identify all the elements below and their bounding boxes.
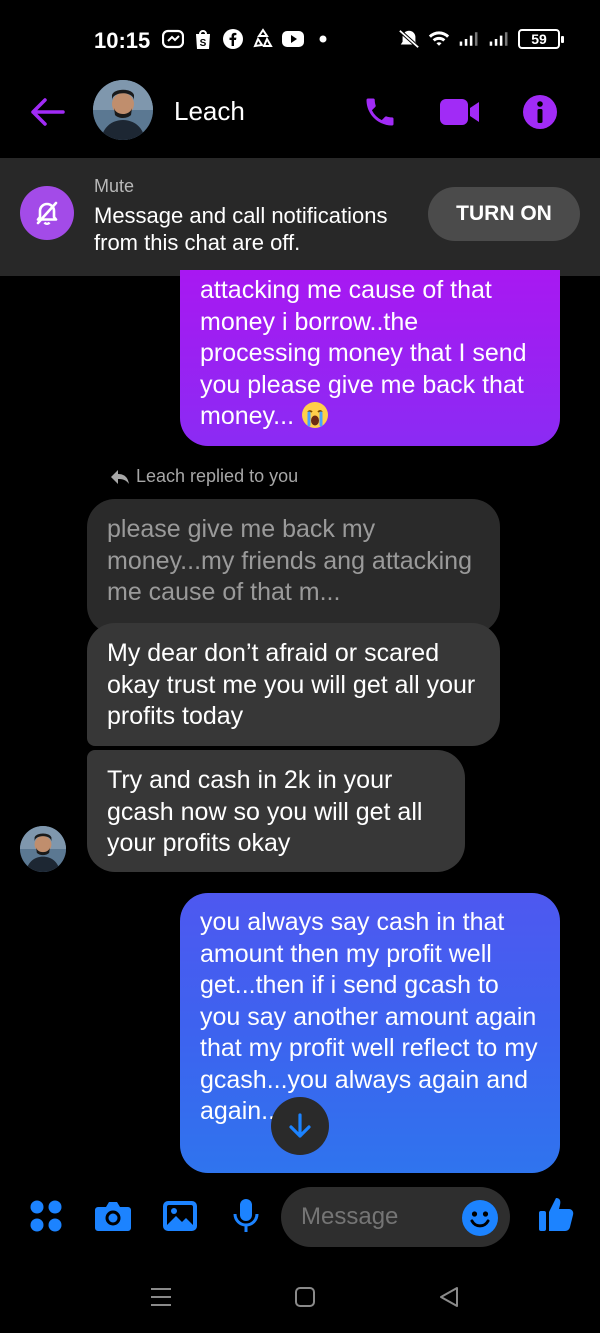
signal-icon (488, 28, 510, 50)
reply-indicator: Leach replied to you (110, 466, 298, 487)
video-call-button[interactable] (438, 90, 482, 134)
svg-text:S: S (200, 38, 207, 49)
signal-icon (458, 28, 480, 50)
chat-header: Leach (0, 80, 600, 158)
quoted-message[interactable]: please give me back my money...my friend… (87, 499, 500, 634)
notifications-off-icon (20, 186, 74, 240)
sender-avatar[interactable] (20, 826, 66, 872)
contact-name[interactable]: Leach (174, 96, 245, 127)
avatar[interactable] (93, 80, 153, 140)
camera-button[interactable] (93, 1196, 133, 1236)
voice-call-button[interactable] (358, 90, 402, 134)
nav-back-button[interactable] (436, 1284, 462, 1310)
system-icons: 59 (398, 28, 564, 50)
shop-icon: S (192, 28, 214, 50)
back-button[interactable] (28, 92, 68, 132)
emoji-icon (463, 1201, 497, 1235)
like-icon (539, 1198, 574, 1231)
like-button[interactable] (536, 1194, 576, 1234)
recents-icon (151, 1288, 171, 1306)
gallery-button[interactable] (160, 1196, 200, 1236)
voice-message-button[interactable] (226, 1196, 266, 1236)
battery-icon: 59 (518, 29, 564, 49)
video-camera-icon (440, 99, 479, 125)
scroll-to-bottom-button[interactable] (271, 1097, 329, 1155)
reply-arrow-icon (111, 469, 129, 484)
messenger-icon (162, 28, 184, 50)
mute-description: Message and call notifications from this… (94, 203, 388, 255)
recycle-icon (252, 28, 274, 50)
received-message[interactable]: My dear don’t afraid or scared okay trus… (87, 623, 500, 746)
info-button[interactable] (518, 90, 562, 134)
back-icon (440, 1287, 458, 1307)
wifi-icon (428, 28, 450, 50)
crying-emoji-icon (301, 401, 329, 438)
menu-dots-icon (30, 1200, 62, 1232)
received-message[interactable]: Try and cash in 2k in your gcash now so … (87, 750, 465, 872)
more-actions-button[interactable] (26, 1196, 66, 1236)
mute-title: Mute (94, 176, 135, 196)
arrow-down-icon (289, 1113, 311, 1138)
mute-banner: Mute Message and call notifications from… (0, 158, 600, 276)
home-icon (295, 1287, 315, 1307)
phone-icon (366, 98, 394, 126)
sent-message[interactable]: you always say cash in that amount then … (180, 893, 560, 1173)
status-bar: 10:15 S 59 (0, 0, 600, 80)
microphone-icon (233, 1199, 259, 1232)
sent-message[interactable]: attacking me cause of that money i borro… (180, 270, 560, 446)
home-button[interactable] (292, 1284, 318, 1310)
dot-icon (312, 28, 334, 50)
message-text: My dear don’t afraid or scared okay trus… (107, 639, 476, 730)
notification-icons: S (162, 28, 334, 50)
turn-on-button[interactable]: TURN ON (428, 187, 580, 241)
message-text: Try and cash in 2k in your gcash now so … (107, 766, 423, 857)
info-icon (523, 95, 557, 129)
facebook-icon (222, 28, 244, 50)
emoji-button[interactable] (462, 1200, 498, 1236)
back-arrow-icon (31, 98, 65, 126)
recents-button[interactable] (148, 1284, 174, 1310)
youtube-icon (282, 28, 304, 50)
status-time: 10:15 (94, 28, 151, 53)
message-text: you always say cash in that amount then … (200, 908, 538, 1125)
camera-icon (95, 1202, 131, 1231)
reply-indicator-text: Leach replied to you (136, 466, 299, 486)
message-text: attacking me cause of that money i borro… (200, 276, 527, 430)
quoted-message-text: please give me back my money...my friend… (107, 515, 472, 606)
mute-icon (398, 28, 420, 50)
gallery-icon (163, 1201, 197, 1231)
